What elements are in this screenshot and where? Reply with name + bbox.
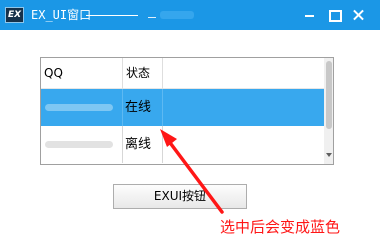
qq-cell	[41, 89, 123, 126]
scroll-thumb[interactable]	[326, 61, 332, 129]
scroll-down-icon[interactable]	[326, 153, 332, 157]
table-row-selected[interactable]: 在线	[41, 89, 324, 126]
window-title: EX_UI窗口	[31, 8, 92, 22]
title-redacted	[160, 11, 194, 19]
title-dash	[148, 17, 156, 18]
maximize-icon[interactable]	[323, 5, 345, 25]
table-row[interactable]: 离线	[41, 126, 324, 163]
table-header: QQ 状态	[41, 58, 324, 89]
status-cell: 在线	[123, 89, 163, 126]
annotation-text: 选中后会变成蓝色	[220, 218, 341, 236]
title-separator-line	[86, 15, 138, 16]
exui-button[interactable]: EXUI按钮	[113, 184, 247, 209]
column-header-status[interactable]: 状态	[123, 58, 163, 89]
qq-cell	[41, 126, 123, 163]
title-bar[interactable]: EX EX_UI窗口	[0, 0, 380, 30]
qq-redacted	[45, 141, 113, 148]
column-header-qq[interactable]: QQ	[41, 58, 123, 89]
status-cell: 离线	[123, 126, 163, 163]
close-icon[interactable]	[348, 5, 370, 25]
minimize-icon[interactable]	[298, 5, 320, 25]
qq-redacted	[45, 104, 113, 111]
list-table[interactable]: QQ 状态 在线 离线	[40, 57, 334, 165]
vertical-scrollbar[interactable]	[324, 58, 333, 164]
app-icon: EX	[5, 7, 24, 23]
main-window: EX EX_UI窗口 QQ 状态 在线 离线 EXUI按钮 选中后会变成蓝色	[0, 0, 380, 250]
